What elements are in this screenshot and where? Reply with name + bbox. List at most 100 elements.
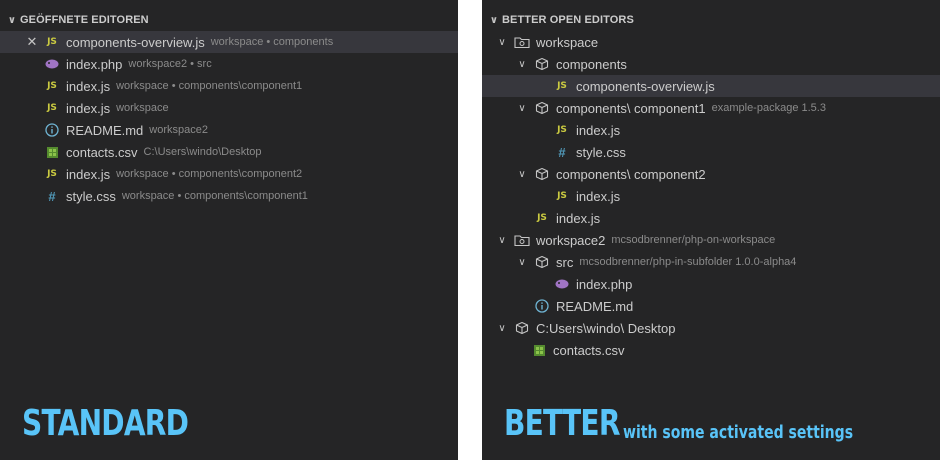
tree-item[interactable]: ∨ components\ component1 example-package 1… bbox=[482, 97, 940, 119]
package-icon bbox=[534, 254, 550, 270]
file-description: workspace • components\component2 bbox=[116, 168, 303, 180]
file-name: style.css bbox=[66, 188, 116, 204]
chevron-down-icon[interactable]: ∨ bbox=[514, 103, 530, 114]
tree-item-label: index.php bbox=[576, 276, 633, 292]
standard-open-editors-panel: ∨ GEÖFFNETE EDITOREN ✕ JS components-overv… bbox=[0, 0, 458, 460]
js-file-icon: JS bbox=[557, 81, 567, 91]
better-open-editors-tree: ∨ workspace ∨ components JS components-overvi… bbox=[482, 31, 940, 361]
file-description: workspace bbox=[116, 102, 169, 114]
tree-item[interactable]: README.md bbox=[482, 295, 940, 317]
tree-item-label: index.js bbox=[556, 210, 601, 226]
tree-item[interactable]: index.php bbox=[482, 273, 940, 295]
open-editor-item[interactable]: JS index.js workspace • components\compone… bbox=[0, 75, 458, 97]
info-icon bbox=[534, 298, 550, 314]
tree-item-label: contacts.csv bbox=[553, 342, 625, 358]
open-editor-item[interactable]: README.md workspace2 bbox=[0, 119, 458, 141]
package-icon bbox=[534, 166, 550, 182]
root-folder-icon bbox=[514, 232, 530, 248]
file-description: workspace2 • src bbox=[128, 58, 212, 70]
tree-item[interactable]: JS index.js bbox=[482, 207, 940, 229]
js-file-icon: JS bbox=[47, 81, 57, 91]
open-editors-list: ✕ JS components-overview.js workspace • com… bbox=[0, 31, 458, 207]
open-editors-header[interactable]: ∨ GEÖFFNETE EDITOREN bbox=[0, 9, 458, 31]
tree-item-label: style.css bbox=[576, 144, 626, 160]
file-name: README.md bbox=[66, 122, 144, 138]
open-editor-item[interactable]: # style.css workspace • components\compone… bbox=[0, 185, 458, 207]
tree-item[interactable]: JS components-overview.js bbox=[482, 75, 940, 97]
tree-item-label: index.js bbox=[576, 188, 621, 204]
file-name: index.js bbox=[66, 166, 111, 182]
file-name: index.js bbox=[66, 100, 111, 116]
file-name: contacts.csv bbox=[66, 144, 138, 160]
css-file-icon: # bbox=[558, 144, 566, 160]
better-caption: BETTER bbox=[504, 403, 620, 444]
php-file-icon bbox=[554, 276, 570, 292]
open-editors-title: GEÖFFNETE EDITOREN bbox=[20, 14, 149, 26]
php-file-icon bbox=[44, 56, 60, 72]
tree-item[interactable]: contacts.csv bbox=[482, 339, 940, 361]
tree-item-description: mcsodbrenner/php-on-workspace bbox=[611, 234, 776, 246]
tree-item-label: index.js bbox=[576, 122, 621, 138]
file-description: workspace2 bbox=[149, 124, 208, 136]
file-name: index.php bbox=[66, 56, 123, 72]
open-editor-item[interactable]: JS index.js workspace bbox=[0, 97, 458, 119]
tree-item-label: workspace bbox=[536, 34, 599, 50]
package-icon bbox=[534, 56, 550, 72]
tree-item-description: mcsodbrenner/php-in-subfolder 1.0.0-alph… bbox=[579, 256, 797, 268]
standard-caption: STANDARD bbox=[22, 403, 189, 444]
package-icon bbox=[534, 100, 550, 116]
tree-item[interactable]: ∨ workspace2 mcsodbrenner/php-on-workspace bbox=[482, 229, 940, 251]
tree-item[interactable]: ∨ src mcsodbrenner/php-in-subfolder 1.0.0-… bbox=[482, 251, 940, 273]
better-open-editors-title: BETTER OPEN EDITORS bbox=[502, 14, 634, 26]
chevron-down-icon: ∨ bbox=[7, 14, 17, 26]
tree-item-label: components bbox=[556, 56, 627, 72]
open-editor-item[interactable]: JS index.js workspace • components\compone… bbox=[0, 163, 458, 185]
tree-item[interactable]: ∨ components bbox=[482, 53, 940, 75]
close-icon[interactable]: ✕ bbox=[24, 34, 40, 50]
js-file-icon: JS bbox=[557, 191, 567, 201]
better-open-editors-header[interactable]: ∨ BETTER OPEN EDITORS bbox=[482, 9, 940, 31]
open-editor-item[interactable]: contacts.csv C:\Users\windo\Desktop bbox=[0, 141, 458, 163]
better-open-editors-panel: ∨ BETTER OPEN EDITORS ∨ workspace ∨ compone… bbox=[482, 0, 940, 460]
tree-item-label: src bbox=[556, 254, 574, 270]
chevron-down-icon[interactable]: ∨ bbox=[514, 59, 530, 70]
file-description: C:\Users\windo\Desktop bbox=[143, 146, 262, 158]
tree-item-label: README.md bbox=[556, 298, 634, 314]
file-description: workspace • components bbox=[210, 36, 334, 48]
tree-item-description: example-package 1.5.3 bbox=[711, 102, 826, 114]
tree-item[interactable]: # style.css bbox=[482, 141, 940, 163]
tree-item-label: components\ component1 bbox=[556, 100, 706, 116]
js-file-icon: JS bbox=[47, 37, 57, 47]
root-folder-icon bbox=[514, 34, 530, 50]
csv-file-icon bbox=[534, 344, 545, 356]
file-name: index.js bbox=[66, 78, 111, 94]
chevron-down-icon: ∨ bbox=[489, 14, 499, 26]
file-description: workspace • components\component1 bbox=[116, 80, 303, 92]
tree-item-label: C:Users\windo\ Desktop bbox=[536, 320, 676, 336]
tree-item-label: workspace2 bbox=[536, 232, 606, 248]
tree-item[interactable]: ∨ workspace bbox=[482, 31, 940, 53]
file-description: workspace • components\component1 bbox=[121, 190, 308, 202]
tree-item-label: components-overview.js bbox=[576, 78, 715, 94]
tree-item[interactable]: ∨ C:Users\windo\ Desktop bbox=[482, 317, 940, 339]
file-name: components-overview.js bbox=[66, 34, 205, 50]
js-file-icon: JS bbox=[557, 125, 567, 135]
js-file-icon: JS bbox=[47, 169, 57, 179]
info-icon bbox=[44, 122, 60, 138]
js-file-icon: JS bbox=[47, 103, 57, 113]
chevron-down-icon[interactable]: ∨ bbox=[514, 257, 530, 268]
chevron-down-icon[interactable]: ∨ bbox=[494, 37, 510, 48]
css-file-icon: # bbox=[48, 188, 56, 204]
chevron-down-icon[interactable]: ∨ bbox=[494, 323, 510, 334]
package-icon bbox=[514, 320, 530, 336]
csv-file-icon bbox=[47, 146, 58, 158]
js-file-icon: JS bbox=[537, 213, 547, 223]
open-editor-item[interactable]: ✕ JS components-overview.js workspace • com… bbox=[0, 31, 458, 53]
chevron-down-icon[interactable]: ∨ bbox=[494, 235, 510, 246]
tree-item-label: components\ component2 bbox=[556, 166, 706, 182]
tree-item[interactable]: JS index.js bbox=[482, 185, 940, 207]
tree-item[interactable]: JS index.js bbox=[482, 119, 940, 141]
chevron-down-icon[interactable]: ∨ bbox=[514, 169, 530, 180]
open-editor-item[interactable]: index.php workspace2 • src bbox=[0, 53, 458, 75]
tree-item[interactable]: ∨ components\ component2 bbox=[482, 163, 940, 185]
